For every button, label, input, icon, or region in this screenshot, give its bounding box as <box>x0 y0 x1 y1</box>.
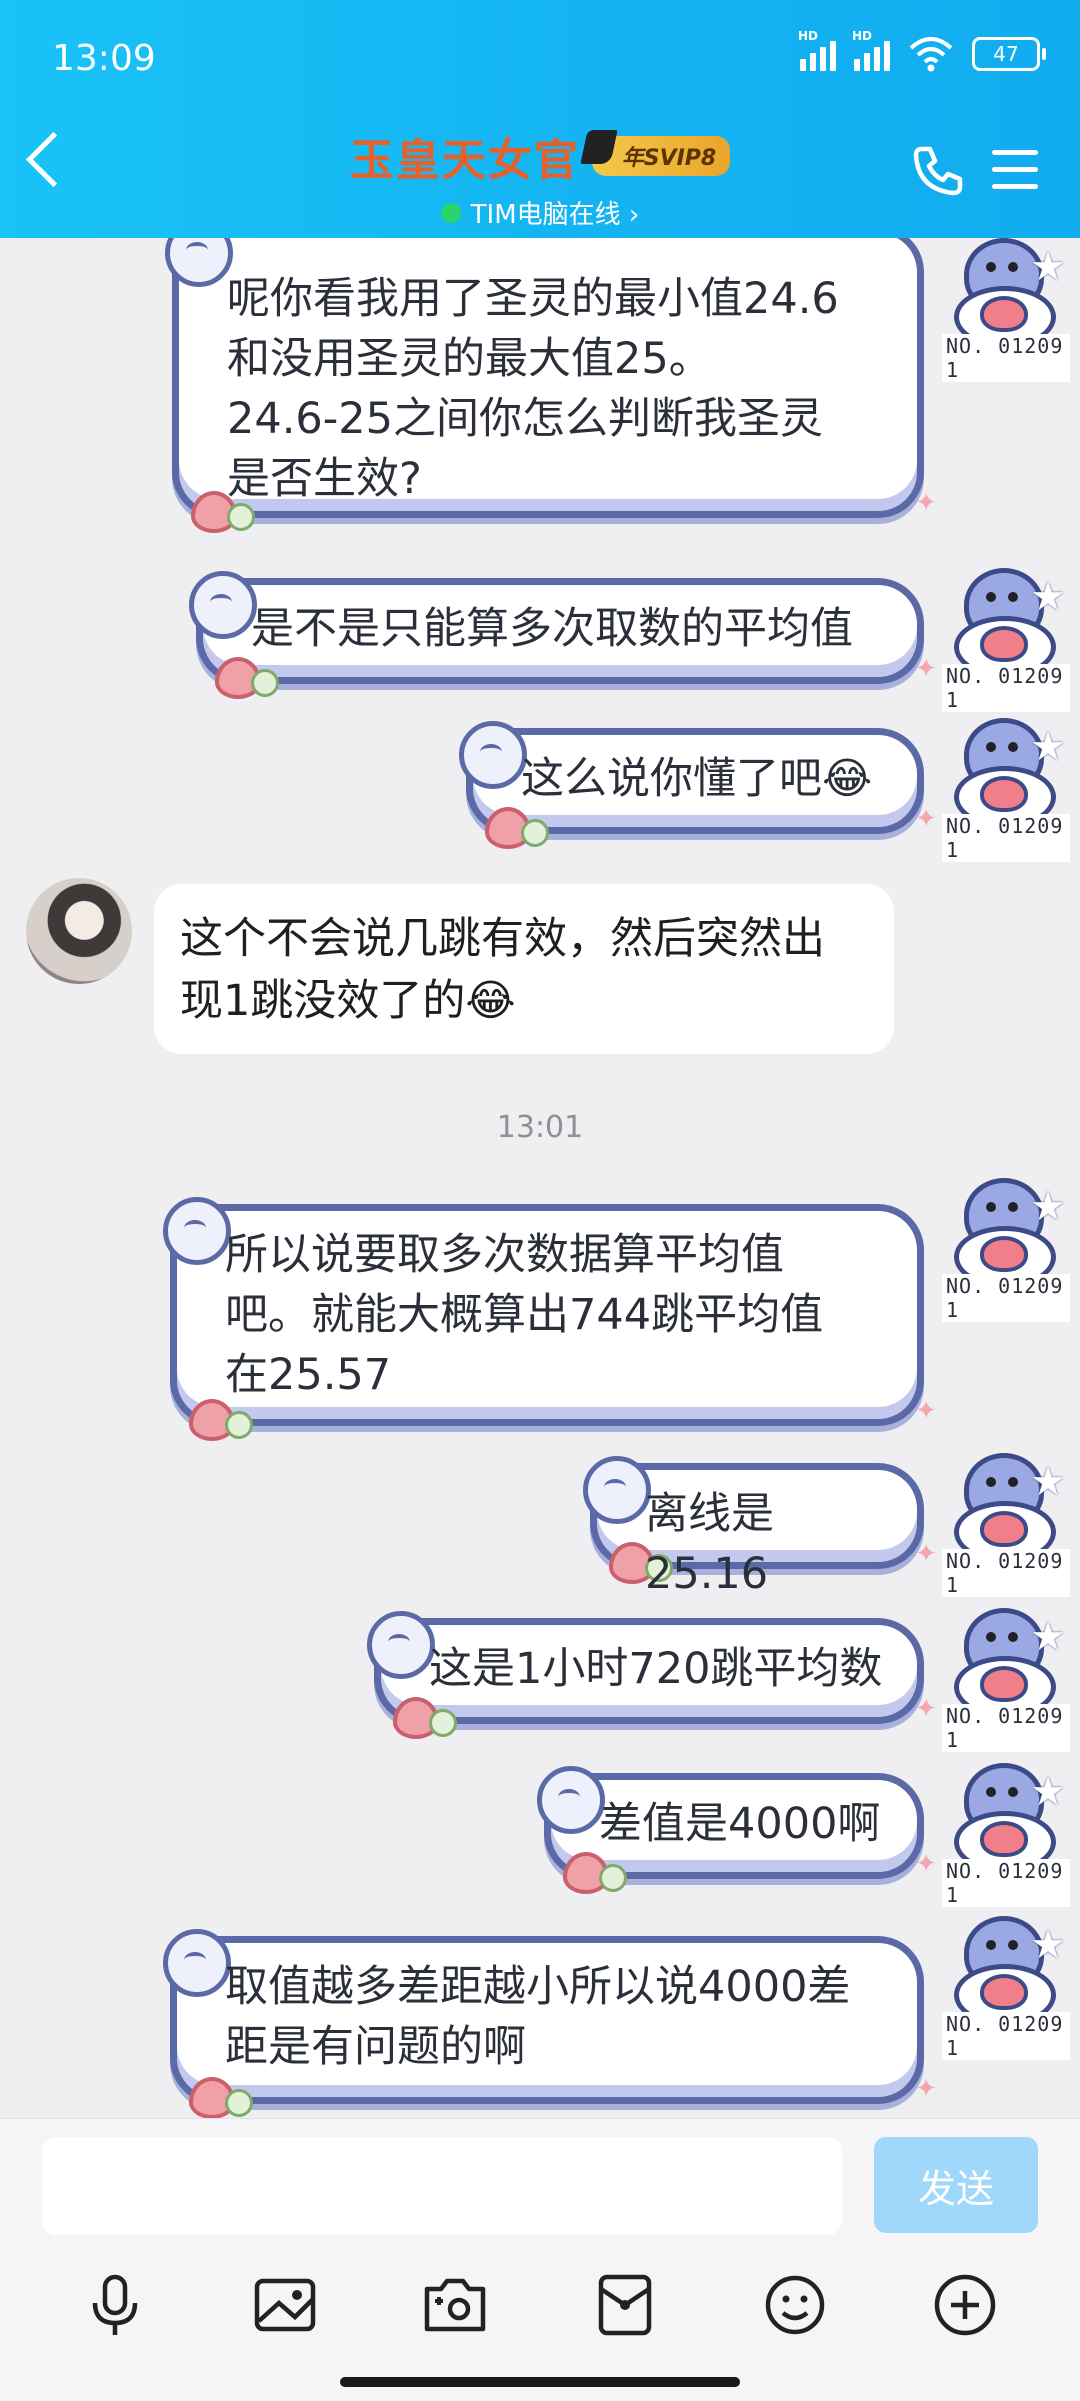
wifi-icon <box>909 37 953 72</box>
message-bubble[interactable]: ✦ 呢你看我用了圣灵的最小值24.6 和没用圣灵的最大值25。 24.6-25之… <box>165 238 937 533</box>
message-bubble[interactable]: ✦ 取值越多差距越小所以说4000差 距是有问题的啊 <box>163 1929 937 2118</box>
avatar-badge: NO. 01209 1 <box>942 664 1070 712</box>
input-bar: 发送 <box>0 2118 1080 2401</box>
emoji-icon[interactable] <box>759 2269 831 2341</box>
self-avatar[interactable]: ★ NO. 01209 1 <box>934 1916 1070 2060</box>
message-text: 是不是只能算多次取数的平均值 <box>251 604 853 654</box>
timestamp: 13:01 <box>496 1110 584 1145</box>
red-packet-icon[interactable] <box>589 2269 661 2341</box>
avatar-badge: NO. 01209 1 <box>942 1704 1070 1752</box>
message-row: ✦ 所以说要取多次数据算平均值 吧。就能大概算出744跳平均值 在25.57 ★… <box>0 1178 1080 1441</box>
message-bubble[interactable]: ✦ 这是1小时720跳平均数 <box>367 1611 937 1739</box>
message-text: 取值越多差距越小所以说4000差 距是有问题的啊 <box>225 1962 851 2072</box>
message-text: 差值是4000啊 <box>599 1799 881 1849</box>
online-status[interactable]: TIM电脑在线 › <box>0 194 1080 231</box>
battery-icon: 47 <box>972 37 1046 71</box>
avatar-badge: NO. 01209 1 <box>942 814 1070 862</box>
toolbar <box>0 2269 1080 2341</box>
message-row: ✦ 取值越多差距越小所以说4000差 距是有问题的啊 ★ NO. 01209 1 <box>0 1916 1080 2118</box>
message-bubble[interactable]: ✦ 离线是25.16 <box>583 1456 937 1599</box>
message-text: 所以说要取多次数据算平均值 吧。就能大概算出744跳平均值 在25.57 <box>225 1230 824 1400</box>
online-dot-icon <box>440 202 461 223</box>
message-row: ✦ 是不是只能算多次取数的平均值 ★ NO. 01209 1 <box>0 568 1080 712</box>
message-bubble[interactable]: 这个不会说几跳有效，然后突然出 现1跳没效了的😂 <box>154 884 894 1054</box>
online-status-label: TIM电脑在线 › <box>470 200 640 230</box>
self-avatar[interactable]: ★ NO. 01209 1 <box>934 1178 1070 1322</box>
message-text: 这么说你懂了吧😂 <box>521 754 873 804</box>
chat-header: 13:09 HD HD 47 玉皇天女官 年SVIP8 TIM电脑在线 › <box>0 0 1080 238</box>
message-bubble[interactable]: ✦ 是不是只能算多次取数的平均值 <box>189 571 937 699</box>
message-row: 这个不会说几跳有效，然后突然出 现1跳没效了的😂 <box>0 878 1080 1058</box>
message-list[interactable]: ✦ 呢你看我用了圣灵的最小值24.6 和没用圣灵的最大值25。 24.6-25之… <box>0 238 1080 2118</box>
message-row: ✦ 呢你看我用了圣灵的最小值24.6 和没用圣灵的最大值25。 24.6-25之… <box>0 238 1080 538</box>
message-row: ✦ 这么说你懂了吧😂 ★ NO. 01209 1 <box>0 718 1080 862</box>
message-row: ✦ 这是1小时720跳平均数 ★ NO. 01209 1 <box>0 1608 1080 1752</box>
self-avatar[interactable]: ★ NO. 01209 1 <box>934 1608 1070 1752</box>
microphone-icon[interactable] <box>79 2269 151 2341</box>
contact-name: 玉皇天女官 <box>349 135 580 186</box>
menu-icon[interactable] <box>992 150 1038 190</box>
image-icon[interactable] <box>249 2269 321 2341</box>
message-text: 离线是25.16 <box>645 1489 774 1599</box>
camera-icon[interactable] <box>419 2269 491 2341</box>
self-avatar[interactable]: ★ NO. 01209 1 <box>934 718 1070 862</box>
message-text: 这是1小时720跳平均数 <box>429 1644 883 1694</box>
send-button[interactable]: 发送 <box>874 2137 1038 2233</box>
message-bubble[interactable]: ✦ 这么说你懂了吧😂 <box>459 721 937 849</box>
message-text: 这个不会说几跳有效，然后突然出 现1跳没效了的😂 <box>180 914 825 1026</box>
self-avatar[interactable]: ★ NO. 01209 1 <box>934 568 1070 712</box>
message-row: ✦ 差值是4000啊 ★ NO. 01209 1 <box>0 1763 1080 1907</box>
phone-icon[interactable] <box>910 143 966 199</box>
home-indicator[interactable] <box>340 2377 740 2387</box>
avatar-badge: NO. 01209 1 <box>942 1274 1070 1322</box>
message-bubble[interactable]: ✦ 差值是4000啊 <box>537 1766 937 1894</box>
signal-icon: HD <box>852 29 890 71</box>
svip-badge: 年SVIP8 <box>580 130 731 176</box>
signal-icon: HD <box>798 29 836 71</box>
avatar-badge: NO. 01209 1 <box>942 334 1070 382</box>
plus-icon[interactable] <box>929 2269 1001 2341</box>
self-avatar[interactable]: ★ NO. 01209 1 <box>934 238 1070 382</box>
message-input[interactable] <box>42 2137 842 2235</box>
avatar-badge: NO. 01209 1 <box>942 1549 1070 1597</box>
status-icons: HD HD 47 <box>798 29 1046 72</box>
self-avatar[interactable]: ★ NO. 01209 1 <box>934 1453 1070 1597</box>
svip-badge-label: 年SVIP8 <box>621 146 717 171</box>
avatar-badge: NO. 01209 1 <box>942 1859 1070 1907</box>
avatar-badge: NO. 01209 1 <box>942 2012 1070 2060</box>
svip-icon <box>580 130 618 164</box>
message-row: ✦ 离线是25.16 ★ NO. 01209 1 <box>0 1453 1080 1599</box>
contact-avatar[interactable] <box>26 878 132 984</box>
status-time: 13:09 <box>52 38 156 79</box>
self-avatar[interactable]: ★ NO. 01209 1 <box>934 1763 1070 1907</box>
message-bubble[interactable]: ✦ 所以说要取多次数据算平均值 吧。就能大概算出744跳平均值 在25.57 <box>163 1197 937 1441</box>
message-text: 呢你看我用了圣灵的最小值24.6 和没用圣灵的最大值25。 24.6-25之间你… <box>227 274 839 504</box>
